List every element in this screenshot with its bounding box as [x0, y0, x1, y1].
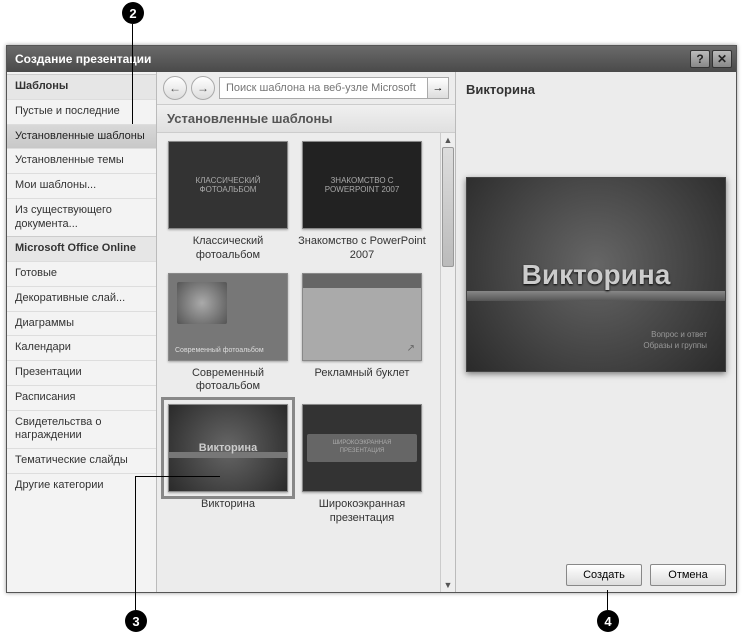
template-label: Рекламный буклет: [297, 367, 427, 381]
template-label: Викторина: [163, 498, 293, 512]
sidebar-item-diagrams[interactable]: Диаграммы: [7, 311, 156, 336]
template-classic-album[interactable]: КЛАССИЧЕСКИЙ ФОТОАЛЬБОМ Классический фот…: [163, 141, 293, 263]
toolbar: ← → →: [157, 72, 455, 104]
dialog-body: Шаблоны Пустые и последние Установленные…: [7, 72, 736, 592]
preview-big-text: Викторина: [522, 259, 671, 291]
template-brochure[interactable]: ↗ Рекламный буклет: [297, 273, 427, 395]
sidebar-item-installed-templates[interactable]: Установленные шаблоны: [7, 124, 156, 149]
center-pane: ← → → Установленные шаблоны КЛАССИЧЕСКИЙ…: [157, 72, 456, 592]
templates-grid: КЛАССИЧЕСКИЙ ФОТОАЛЬБОМ Классический фот…: [157, 133, 440, 592]
titlebar: Создание презентации ? ✕: [7, 46, 736, 72]
sidebar-item-my-templates[interactable]: Мои шаблоны...: [7, 173, 156, 198]
sidebar-item-featured[interactable]: Готовые: [7, 261, 156, 286]
template-label: Современный фотоальбом: [163, 367, 293, 395]
template-widescreen[interactable]: ШИРОКОЭКРАННАЯ ПРЕЗЕНТАЦИЯ Широкоэкранна…: [297, 404, 427, 526]
dialog-footer: Создать Отмена: [566, 564, 726, 586]
forward-button[interactable]: →: [191, 76, 215, 100]
template-thumb: ↗: [302, 273, 422, 361]
sidebar-item-decorative[interactable]: Декоративные слай...: [7, 286, 156, 311]
sidebar-item-schedules[interactable]: Расписания: [7, 385, 156, 410]
scrollbar[interactable]: ▲ ▼: [440, 133, 455, 592]
sidebar-item-calendars[interactable]: Календари: [7, 335, 156, 360]
preview-small-text: Вопрос и ответ Образы и группы: [643, 330, 707, 351]
sidebar-header-office-online: Microsoft Office Online: [7, 236, 156, 261]
template-thumb: КЛАССИЧЕСКИЙ ФОТОАЛЬБОМ: [168, 141, 288, 229]
template-thumb: Викторина: [168, 404, 288, 492]
search-go-button[interactable]: →: [427, 77, 449, 99]
template-modern-album[interactable]: Современный фотоальбом Современный фотоа…: [163, 273, 293, 395]
dialog-title: Создание презентации: [15, 52, 151, 66]
callout-3-line-h: [135, 476, 220, 477]
template-powerpoint-intro[interactable]: ЗНАКОМСТВО С POWERPOINT 2007 Знакомство …: [297, 141, 427, 263]
sidebar-item-thematic[interactable]: Тематические слайды: [7, 448, 156, 473]
template-quiz[interactable]: Викторина Викторина: [163, 404, 293, 526]
sidebar-item-other[interactable]: Другие категории: [7, 473, 156, 498]
callout-2-line: [132, 24, 133, 124]
search-box: →: [219, 77, 449, 99]
templates-area: КЛАССИЧЕСКИЙ ФОТОАЛЬБОМ Классический фот…: [157, 133, 455, 592]
section-title: Установленные шаблоны: [157, 104, 455, 133]
preview-pane: Викторина Викторина Вопрос и ответ Образ…: [456, 72, 736, 592]
template-thumb: ЗНАКОМСТВО С POWERPOINT 2007: [302, 141, 422, 229]
preview-title: Викторина: [466, 82, 726, 97]
help-button[interactable]: ?: [690, 50, 710, 68]
callout-4: 4: [597, 610, 619, 632]
template-label: Широкоэкранная презентация: [297, 498, 427, 526]
search-input[interactable]: [219, 77, 449, 99]
dialog-create-presentation: Создание презентации ? ✕ Шаблоны Пустые …: [6, 45, 737, 593]
preview-thumbnail: Викторина Вопрос и ответ Образы и группы: [466, 177, 726, 372]
template-thumb: ШИРОКОЭКРАННАЯ ПРЕЗЕНТАЦИЯ: [302, 404, 422, 492]
template-thumb: Современный фотоальбом: [168, 273, 288, 361]
callout-4-line: [607, 590, 608, 610]
callout-2: 2: [122, 2, 144, 24]
template-label: Классический фотоальбом: [163, 235, 293, 263]
sidebar-item-awards[interactable]: Свидетельства о награждении: [7, 410, 156, 449]
callout-3-line: [135, 476, 136, 610]
back-button[interactable]: ←: [163, 76, 187, 100]
callout-3: 3: [125, 610, 147, 632]
scroll-thumb[interactable]: [442, 147, 454, 267]
sidebar-item-blank-recent[interactable]: Пустые и последние: [7, 99, 156, 124]
sidebar-item-from-existing[interactable]: Из существующего документа...: [7, 198, 156, 237]
template-label: Знакомство с PowerPoint 2007: [297, 235, 427, 263]
scroll-up-arrow[interactable]: ▲: [441, 133, 455, 147]
sidebar-header-templates: Шаблоны: [7, 74, 156, 99]
close-button[interactable]: ✕: [712, 50, 732, 68]
create-button[interactable]: Создать: [566, 564, 642, 586]
sidebar-item-installed-themes[interactable]: Установленные темы: [7, 148, 156, 173]
scroll-down-arrow[interactable]: ▼: [441, 578, 455, 592]
sidebar-item-presentations[interactable]: Презентации: [7, 360, 156, 385]
cancel-button[interactable]: Отмена: [650, 564, 726, 586]
